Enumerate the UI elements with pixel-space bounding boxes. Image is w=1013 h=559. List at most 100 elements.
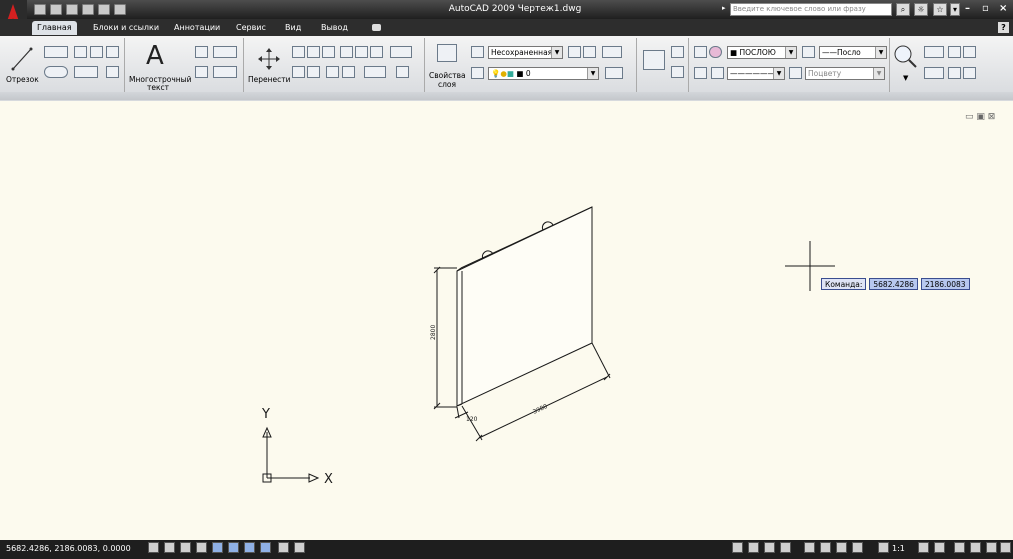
multiline-text-icon[interactable]: A (146, 41, 164, 71)
hatch-icon[interactable] (106, 66, 119, 78)
circle-icon[interactable] (44, 66, 68, 78)
layer-off-icon[interactable] (605, 67, 623, 79)
tab-output[interactable]: Вывод (316, 21, 353, 35)
cut-icon[interactable] (948, 67, 961, 79)
move-icon[interactable] (258, 48, 280, 70)
join-icon[interactable] (396, 66, 409, 78)
close-button[interactable]: × (999, 3, 1007, 14)
ortho-toggle[interactable] (180, 542, 191, 553)
lock-icon[interactable] (970, 542, 981, 553)
help-button[interactable]: ? (998, 22, 1009, 33)
ribbon-minimize-icon[interactable] (372, 24, 381, 31)
layer-dropdown[interactable]: 💡●■ ■ 0 ▼ (488, 67, 599, 80)
copy-icon[interactable] (292, 46, 305, 58)
match-properties-icon[interactable] (694, 46, 707, 58)
restore-button[interactable]: ▫ (982, 3, 989, 14)
layer-match-icon[interactable] (602, 46, 622, 58)
explode-icon[interactable] (390, 46, 412, 58)
dimension-icon[interactable] (213, 46, 237, 58)
plot-style-dropdown[interactable]: Поцвету ▼ (805, 67, 885, 80)
help-dropdown-icon[interactable]: ▾ (950, 3, 960, 16)
polyline-icon[interactable] (44, 46, 68, 58)
lineweight-icon[interactable] (802, 46, 815, 58)
lineweight-dropdown[interactable]: ——Посло ▼ (819, 46, 887, 59)
new-file-icon[interactable] (34, 4, 46, 15)
layer-state-dropdown[interactable]: Несохраненная ▼ (488, 46, 563, 59)
layout2-button[interactable] (764, 542, 775, 553)
print-icon[interactable] (82, 4, 94, 15)
copy-clip-icon[interactable] (948, 46, 961, 58)
table-icon[interactable] (195, 66, 208, 78)
fillet-icon[interactable] (364, 66, 386, 78)
create-block-icon[interactable] (671, 46, 684, 58)
auto-scale-icon[interactable] (934, 542, 945, 553)
tab-view[interactable]: Вид (280, 21, 306, 35)
erase-icon[interactable] (292, 66, 305, 78)
zoom-status-icon[interactable] (820, 542, 831, 553)
layer-iso-icon[interactable] (471, 67, 484, 79)
rectangle-icon[interactable] (106, 46, 119, 58)
extend-icon[interactable] (342, 66, 355, 78)
scale-icon[interactable] (322, 46, 335, 58)
showmotion-icon[interactable] (852, 542, 863, 553)
snap-toggle[interactable] (148, 542, 159, 553)
pan-icon[interactable] (804, 542, 815, 553)
lineweight-toggle[interactable] (278, 542, 289, 553)
offset-icon[interactable] (307, 66, 320, 78)
copy-base-icon[interactable] (963, 67, 976, 79)
linetype-dropdown[interactable]: ——————— ▼ (727, 67, 785, 80)
leader-icon[interactable] (213, 66, 237, 78)
cursor-x-field[interactable]: 5682.4286 (869, 278, 918, 290)
line-icon[interactable] (10, 46, 34, 72)
color-dropdown[interactable]: ■ ПОСЛОЮ ▼ (727, 46, 797, 59)
osnap-toggle[interactable] (212, 542, 223, 553)
layout1-button[interactable] (748, 542, 759, 553)
cursor-y-field[interactable]: 2186.0083 (920, 278, 970, 290)
layer-previous-icon[interactable] (568, 46, 581, 58)
annotation-scale-value[interactable]: 1:1 (892, 544, 905, 553)
steeringwheel-icon[interactable] (836, 542, 847, 553)
quick-properties-toggle[interactable] (294, 542, 305, 553)
layer-properties-icon[interactable] (437, 44, 457, 62)
revcloud-icon[interactable] (74, 66, 98, 78)
text-style-icon[interactable] (195, 46, 208, 58)
coordinates-readout[interactable]: 5682.4286, 2186.0083, 0.0000 (6, 544, 131, 553)
paste-special-icon[interactable] (924, 67, 944, 79)
redo-icon[interactable] (114, 4, 126, 15)
save-icon[interactable] (66, 4, 78, 15)
ducs-toggle[interactable] (244, 542, 255, 553)
polygon-icon[interactable] (90, 46, 103, 58)
plot-style-icon[interactable] (789, 67, 802, 79)
linetype-icon[interactable] (711, 67, 724, 79)
model-space-button[interactable] (732, 542, 743, 553)
array-icon[interactable] (355, 46, 368, 58)
drawing-canvas[interactable]: 2800 120 3980 Y X (0, 101, 1013, 540)
zoom-dropdown-icon[interactable]: ▼ (903, 74, 908, 82)
workspace-switch-icon[interactable] (954, 542, 965, 553)
arc-icon[interactable] (74, 46, 87, 58)
annotation-visibility-icon[interactable] (918, 542, 929, 553)
trim-icon[interactable] (326, 66, 339, 78)
edit-block-icon[interactable] (671, 66, 684, 78)
status-menu-icon[interactable] (986, 542, 997, 553)
minimize-button[interactable]: – (965, 3, 970, 14)
search-button[interactable]: ⌕ (896, 3, 910, 16)
otrack-toggle[interactable] (228, 542, 239, 553)
insert-block-icon[interactable] (643, 50, 665, 70)
tab-annotate[interactable]: Аннотации (169, 21, 225, 35)
paste-icon[interactable] (924, 46, 944, 58)
grid-toggle[interactable] (164, 542, 175, 553)
annotation-scale-icon[interactable] (878, 542, 889, 553)
tab-home[interactable]: Главная (32, 21, 77, 35)
quick-view-button[interactable] (780, 542, 791, 553)
tab-blocks[interactable]: Блоки и ссылки (88, 21, 164, 35)
color-wheel-icon[interactable] (709, 46, 722, 58)
dyn-toggle[interactable] (260, 542, 271, 553)
list-icon[interactable] (694, 67, 707, 79)
stretch-icon[interactable] (340, 46, 353, 58)
favorites-icon[interactable]: ☆ (933, 3, 947, 16)
polar-toggle[interactable] (196, 542, 207, 553)
layer-state-icon[interactable] (471, 46, 484, 58)
zoom-icon[interactable] (893, 44, 917, 68)
clean-screen-icon[interactable] (1000, 542, 1011, 553)
